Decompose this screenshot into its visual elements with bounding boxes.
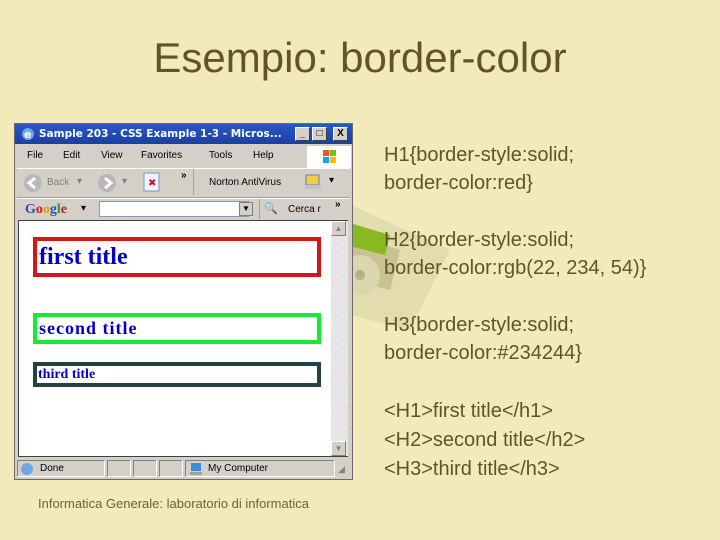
google-divider bbox=[259, 199, 260, 219]
google-search-input[interactable] bbox=[99, 201, 249, 217]
google-toolbar: Google ▾ ▼ 🔍 Cerca r » bbox=[17, 198, 350, 221]
google-logo[interactable]: Google bbox=[25, 202, 67, 218]
code-line: <H2>second title</h2> bbox=[384, 429, 586, 451]
stop-icon[interactable]: ✖ bbox=[143, 172, 161, 192]
status-pane-zone: My Computer bbox=[185, 460, 335, 477]
status-text: Done bbox=[40, 463, 64, 474]
h3-third-title: third title bbox=[33, 362, 321, 387]
code-line: H3{border-style:solid; bbox=[384, 314, 575, 336]
menu-edit[interactable]: Edit bbox=[63, 146, 80, 166]
norton-icon[interactable] bbox=[304, 174, 322, 190]
menu-favorites[interactable]: Favorites bbox=[141, 146, 182, 166]
page-content: first title second title third title bbox=[18, 220, 332, 457]
back-button-label[interactable]: Back bbox=[47, 177, 69, 188]
ie-page-icon bbox=[21, 463, 33, 475]
scroll-down-button[interactable]: ▼ bbox=[331, 441, 346, 456]
code-line: H1{border-style:solid; bbox=[384, 144, 575, 166]
minimize-button[interactable]: _ bbox=[295, 127, 310, 141]
maximize-button[interactable]: □ bbox=[312, 127, 327, 141]
google-chevron[interactable]: » bbox=[335, 199, 341, 210]
vertical-scrollbar[interactable]: ▲ ▼ bbox=[331, 220, 348, 457]
forward-arrow-icon[interactable] bbox=[97, 173, 117, 193]
ie-icon: e bbox=[22, 128, 34, 141]
menu-tools[interactable]: Tools bbox=[209, 146, 232, 166]
norton-antivirus-label[interactable]: Norton AntiVirus bbox=[209, 177, 281, 188]
slide-footer: Informatica Generale: laboratorio di inf… bbox=[38, 496, 309, 511]
close-button[interactable]: X bbox=[333, 127, 348, 141]
menu-help[interactable]: Help bbox=[253, 146, 274, 166]
h1-first-title: first title bbox=[33, 237, 321, 277]
code-line: border-color:#234244} bbox=[384, 342, 582, 364]
browser-window: e Sample 203 - CSS Example 1-3 - Micros.… bbox=[14, 123, 353, 480]
menu-view[interactable]: View bbox=[101, 146, 123, 166]
menu-file[interactable]: File bbox=[27, 146, 43, 166]
status-pane bbox=[107, 460, 131, 477]
slide-title: Esempio: border-color bbox=[153, 34, 567, 81]
back-arrow-icon[interactable] bbox=[23, 173, 43, 193]
windows-logo-icon bbox=[307, 146, 351, 168]
my-computer-icon bbox=[190, 463, 202, 475]
google-search-button[interactable]: Cerca r bbox=[288, 204, 321, 215]
standard-toolbar: Back ▾ ▾ ✖ » Norton AntiVirus ▾ bbox=[17, 168, 350, 198]
window-title: Sample 203 - CSS Example 1-3 - Micros... bbox=[39, 128, 282, 140]
code-line: H2{border-style:solid; bbox=[384, 229, 575, 251]
toolbar-divider bbox=[193, 169, 194, 195]
resize-grip-icon[interactable]: ◢ bbox=[338, 464, 345, 475]
toolbar-chevron[interactable]: » bbox=[181, 170, 187, 181]
binoculars-icon[interactable]: 🔍 bbox=[264, 202, 278, 215]
svg-text:✖: ✖ bbox=[148, 178, 156, 189]
forward-dropdown-icon[interactable]: ▾ bbox=[122, 176, 127, 187]
status-pane-main: Done bbox=[17, 460, 105, 477]
code-line: border-color:rgb(22, 234, 54)} bbox=[384, 257, 647, 279]
google-dropdown-icon[interactable]: ▾ bbox=[81, 203, 86, 214]
menu-bar: File Edit View Favorites Tools Help bbox=[17, 146, 307, 166]
status-pane bbox=[159, 460, 183, 477]
scroll-up-button[interactable]: ▲ bbox=[331, 221, 346, 236]
back-dropdown-icon[interactable]: ▾ bbox=[77, 176, 82, 187]
status-bar: Done My Computer ◢ bbox=[15, 458, 352, 479]
google-search-dropdown[interactable]: ▼ bbox=[239, 202, 253, 216]
svg-text:e: e bbox=[24, 128, 31, 141]
norton-dropdown-icon[interactable]: ▾ bbox=[329, 175, 334, 186]
code-line: border-color:red} bbox=[384, 172, 533, 194]
code-line: <H1>first title</h1> bbox=[384, 400, 553, 422]
h2-second-title: second title bbox=[33, 313, 321, 344]
code-line: <H3>third title</h3> bbox=[384, 458, 560, 480]
window-titlebar[interactable]: e Sample 203 - CSS Example 1-3 - Micros.… bbox=[15, 124, 352, 144]
status-pane bbox=[133, 460, 157, 477]
zone-text: My Computer bbox=[208, 463, 269, 474]
